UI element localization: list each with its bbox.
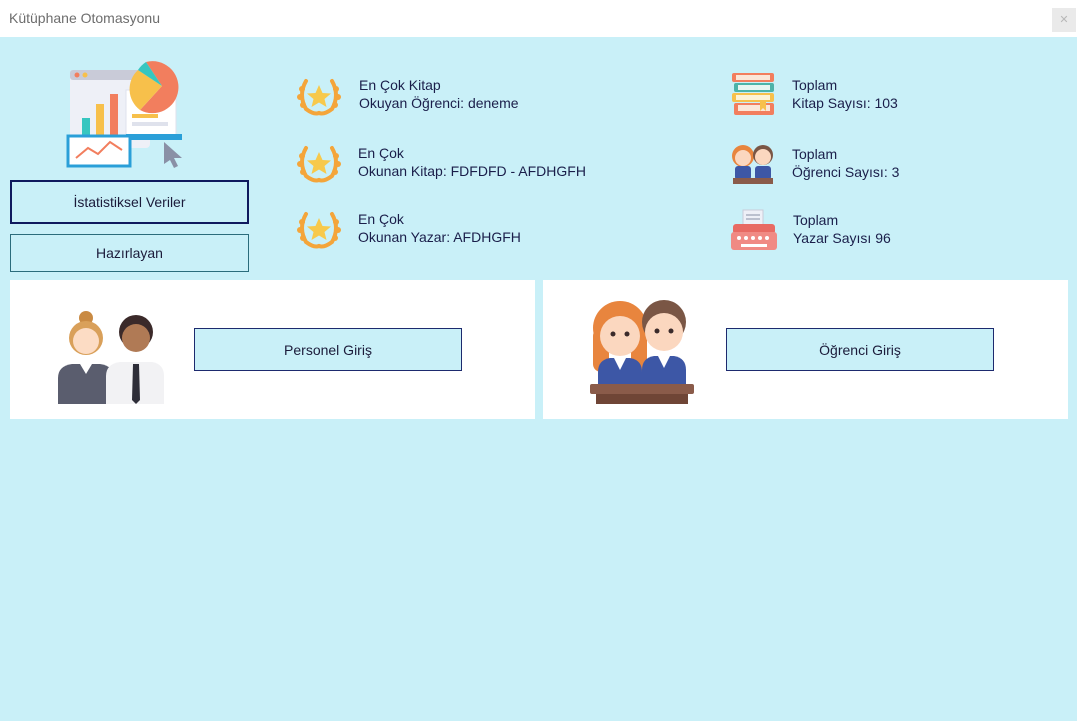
- typewriter-icon: [731, 209, 777, 250]
- title-bar: Kütüphane Otomasyonu ✕: [0, 0, 1077, 37]
- students-icon: [590, 300, 694, 404]
- top-book-stat: En Çok Okunan Kitap: FDFDFD - AFDHGFH: [358, 144, 586, 180]
- dashboard-chart-icon: [66, 61, 182, 168]
- top-author-label: En Çok: [358, 211, 404, 227]
- total-books-value: Kitap Sayısı: 103: [792, 95, 898, 111]
- staff-login-button[interactable]: Personel Giriş: [194, 328, 462, 371]
- top-author-stat: En Çok Okunan Yazar: AFDHGFH: [358, 210, 521, 246]
- top-student-label: En Çok Kitap: [359, 77, 441, 93]
- books-stack-icon: [732, 73, 774, 115]
- top-student-stat: En Çok Kitap Okuyan Öğrenci: deneme: [359, 76, 519, 112]
- laurel-star-icon: [297, 212, 341, 249]
- statistics-button[interactable]: İstatistiksel Veriler: [10, 180, 249, 224]
- top-author-value: Okunan Yazar: AFDHGFH: [358, 229, 521, 245]
- laurel-star-icon: [297, 146, 341, 183]
- total-students-label: Toplam: [792, 146, 838, 162]
- laurel-star-icon: [297, 79, 341, 116]
- total-books-label: Toplam: [792, 77, 838, 93]
- top-student-value: Okuyan Öğrenci: deneme: [359, 95, 519, 111]
- close-button[interactable]: ✕: [1052, 8, 1076, 32]
- staff-people-icon: [58, 311, 164, 404]
- total-authors-stat: Toplam Yazar Sayısı 96: [793, 211, 891, 247]
- top-book-value: Okunan Kitap: FDFDFD - AFDHGFH: [358, 163, 586, 179]
- student-login-button[interactable]: Öğrenci Giriş: [726, 328, 994, 371]
- total-students-value: Öğrenci Sayısı: 3: [792, 164, 900, 180]
- students-icon: [732, 145, 773, 184]
- window-title: Kütüphane Otomasyonu: [9, 10, 160, 26]
- top-book-label: En Çok: [358, 145, 404, 161]
- total-authors-label: Toplam: [793, 212, 839, 228]
- total-books-stat: Toplam Kitap Sayısı: 103: [792, 76, 898, 112]
- total-students-stat: Toplam Öğrenci Sayısı: 3: [792, 145, 899, 181]
- about-button[interactable]: Hazırlayan: [10, 234, 249, 272]
- total-authors-value: Yazar Sayısı 96: [793, 230, 891, 246]
